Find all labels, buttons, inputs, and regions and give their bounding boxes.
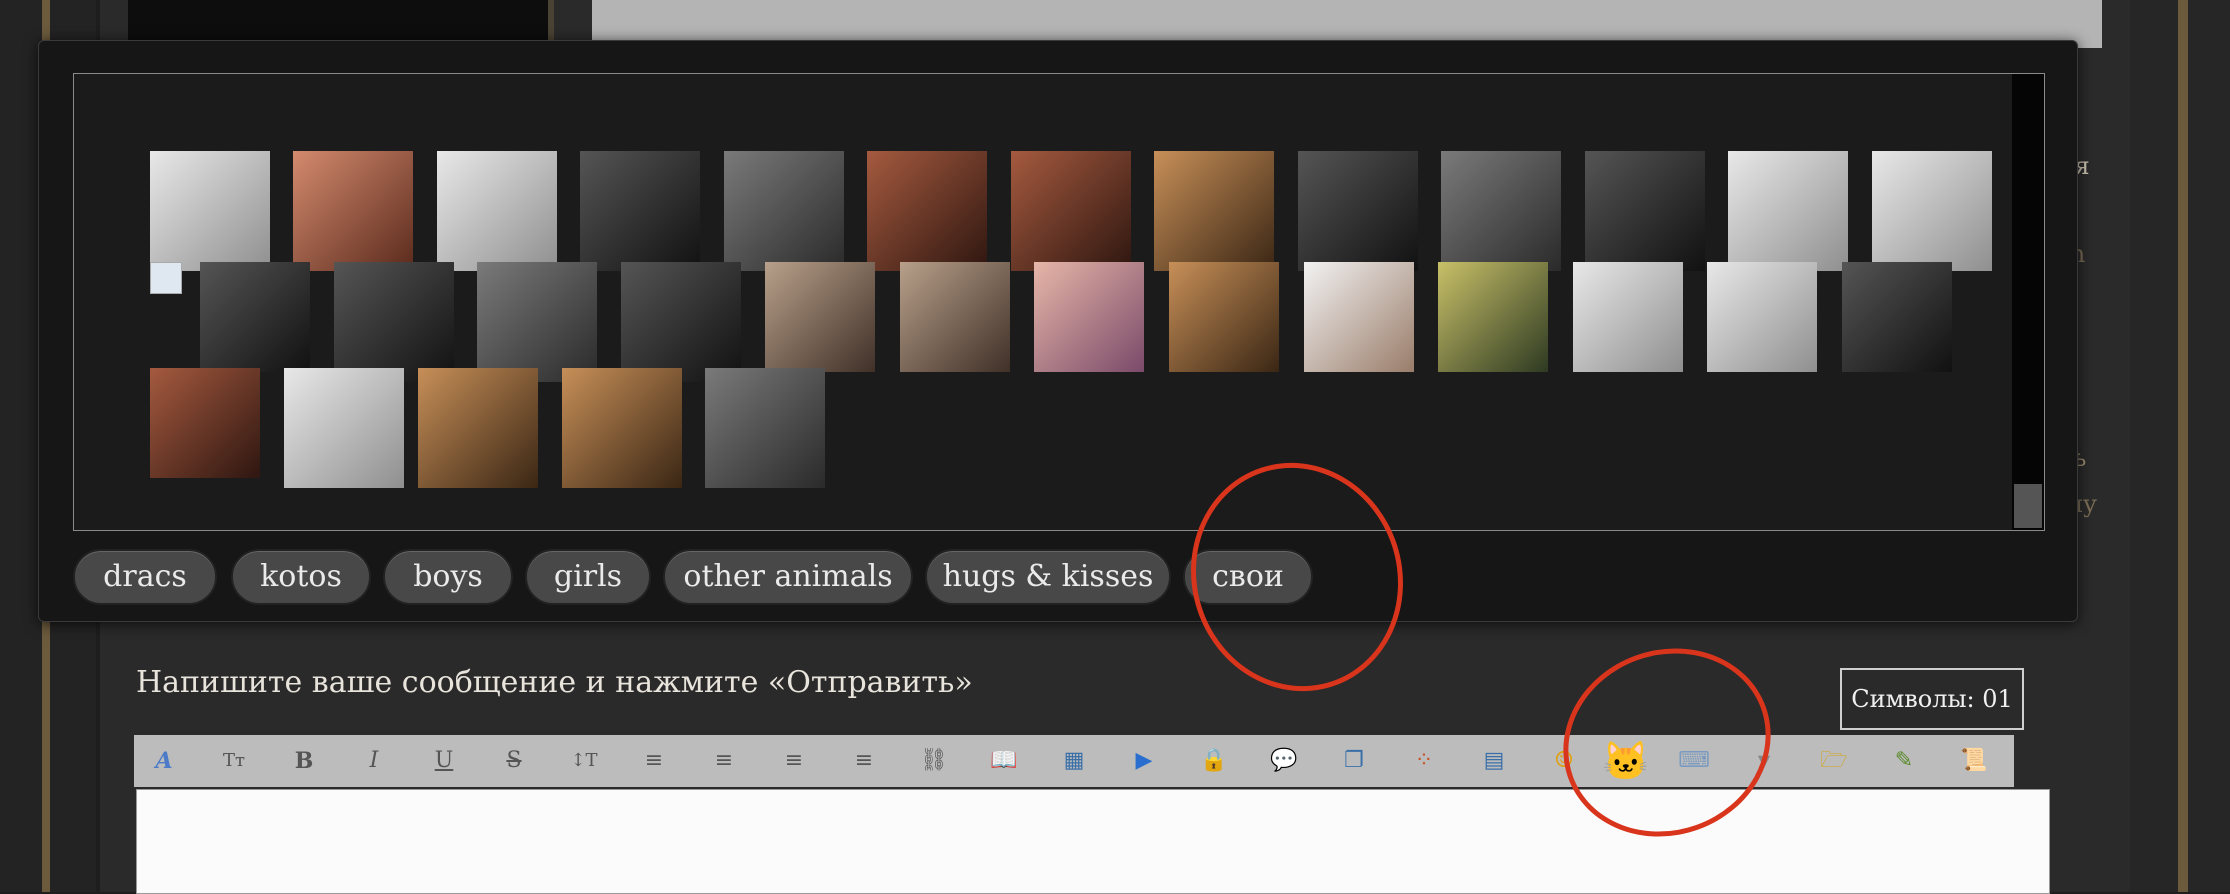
align-center-icon[interactable]: ≡ xyxy=(708,745,740,777)
gif-thumbnail[interactable] xyxy=(1304,262,1414,372)
gif-thumbnail[interactable] xyxy=(1438,262,1548,372)
character-counter: Символы: 01 xyxy=(1840,668,2024,730)
sticker-popup: dracs kotos boys girls other animals hug… xyxy=(38,40,2078,622)
gif-thumbnail[interactable] xyxy=(1441,151,1561,271)
tab-girls[interactable]: girls xyxy=(525,549,651,605)
book-icon[interactable]: 📖 xyxy=(988,745,1020,777)
gif-thumbnail[interactable] xyxy=(724,151,844,271)
gif-thumbnail[interactable] xyxy=(1169,262,1279,372)
edit-icon[interactable]: ✎ xyxy=(1888,745,1920,777)
font-color-icon[interactable]: A xyxy=(148,745,180,777)
align-right-icon[interactable]: ≡ xyxy=(848,745,880,777)
line-height-icon[interactable]: ↕T xyxy=(568,745,600,777)
gif-thumbnail[interactable] xyxy=(580,151,700,271)
image-icon[interactable]: ▦ xyxy=(1058,745,1090,777)
broken-image-icon[interactable] xyxy=(150,262,182,294)
gif-thumbnail[interactable] xyxy=(900,262,1010,372)
gif-thumbnail[interactable] xyxy=(621,262,741,382)
speech-bubble-icon[interactable]: 💬 xyxy=(1268,745,1300,777)
gif-thumbnail[interactable] xyxy=(1034,262,1144,372)
gif-thumbnail[interactable] xyxy=(437,151,557,271)
frame-border-right xyxy=(2178,0,2188,892)
align-left-icon[interactable]: ≡ xyxy=(638,745,670,777)
gif-thumbnail[interactable] xyxy=(1298,151,1418,271)
gif-thumbnail[interactable] xyxy=(418,368,538,488)
tab-hugs-kisses[interactable]: hugs & kisses xyxy=(925,549,1171,605)
gif-thumbnail[interactable] xyxy=(867,151,987,271)
gif-thumbnail[interactable] xyxy=(1842,262,1952,372)
scroll-icon[interactable]: 📜 xyxy=(1958,745,1990,777)
message-instruction-label: Напишите ваше сообщение и нажмите «Отпра… xyxy=(136,665,973,700)
gif-thumbnail[interactable] xyxy=(1728,151,1848,271)
scrollbar-thumb[interactable] xyxy=(2014,484,2042,528)
gif-thumbnail[interactable] xyxy=(1011,151,1131,271)
gif-thumbnail[interactable] xyxy=(765,262,875,372)
gif-thumbnail[interactable] xyxy=(1872,151,1992,271)
underline-icon[interactable]: U xyxy=(428,745,460,777)
bold-icon[interactable]: B xyxy=(288,745,320,777)
folder-icon[interactable]: 🗁 xyxy=(1818,745,1850,777)
tab-other-animals[interactable]: other animals xyxy=(663,549,913,605)
sticker-gallery xyxy=(73,73,2045,531)
lock-icon[interactable]: 🔒 xyxy=(1198,745,1230,777)
gif-thumbnail[interactable] xyxy=(1154,151,1274,271)
gif-thumbnail[interactable] xyxy=(284,368,404,488)
tab-kotos[interactable]: kotos xyxy=(231,549,371,605)
italic-icon[interactable]: I xyxy=(358,745,390,777)
gif-thumbnail[interactable] xyxy=(150,368,260,478)
gallery-scrollbar[interactable] xyxy=(2012,74,2044,530)
gif-thumbnail[interactable] xyxy=(334,262,454,382)
gif-thumbnail[interactable] xyxy=(1707,262,1817,372)
gif-thumbnail[interactable] xyxy=(200,262,310,372)
table-icon[interactable]: ▤ xyxy=(1478,745,1510,777)
message-textarea[interactable] xyxy=(136,789,2050,894)
gif-thumbnail[interactable] xyxy=(1585,151,1705,271)
copy-icon[interactable]: ❐ xyxy=(1338,745,1370,777)
video-icon[interactable]: ▶ xyxy=(1128,745,1160,777)
link-icon[interactable]: ⛓ xyxy=(918,745,950,777)
gif-thumbnail[interactable] xyxy=(150,151,270,271)
gif-thumbnail[interactable] xyxy=(293,151,413,271)
gif-thumbnail[interactable] xyxy=(562,368,682,488)
strikethrough-icon[interactable]: S xyxy=(498,745,530,777)
tab-dracs[interactable]: dracs xyxy=(73,549,217,605)
tab-boys[interactable]: boys xyxy=(383,549,513,605)
font-size-icon[interactable]: Tт xyxy=(218,745,250,777)
gif-thumbnail[interactable] xyxy=(1573,262,1683,372)
align-justify-icon[interactable]: ≡ xyxy=(778,745,810,777)
palette-icon[interactable]: ⁘ xyxy=(1408,745,1440,777)
gif-thumbnail[interactable] xyxy=(477,262,597,382)
gif-thumbnail[interactable] xyxy=(705,368,825,488)
